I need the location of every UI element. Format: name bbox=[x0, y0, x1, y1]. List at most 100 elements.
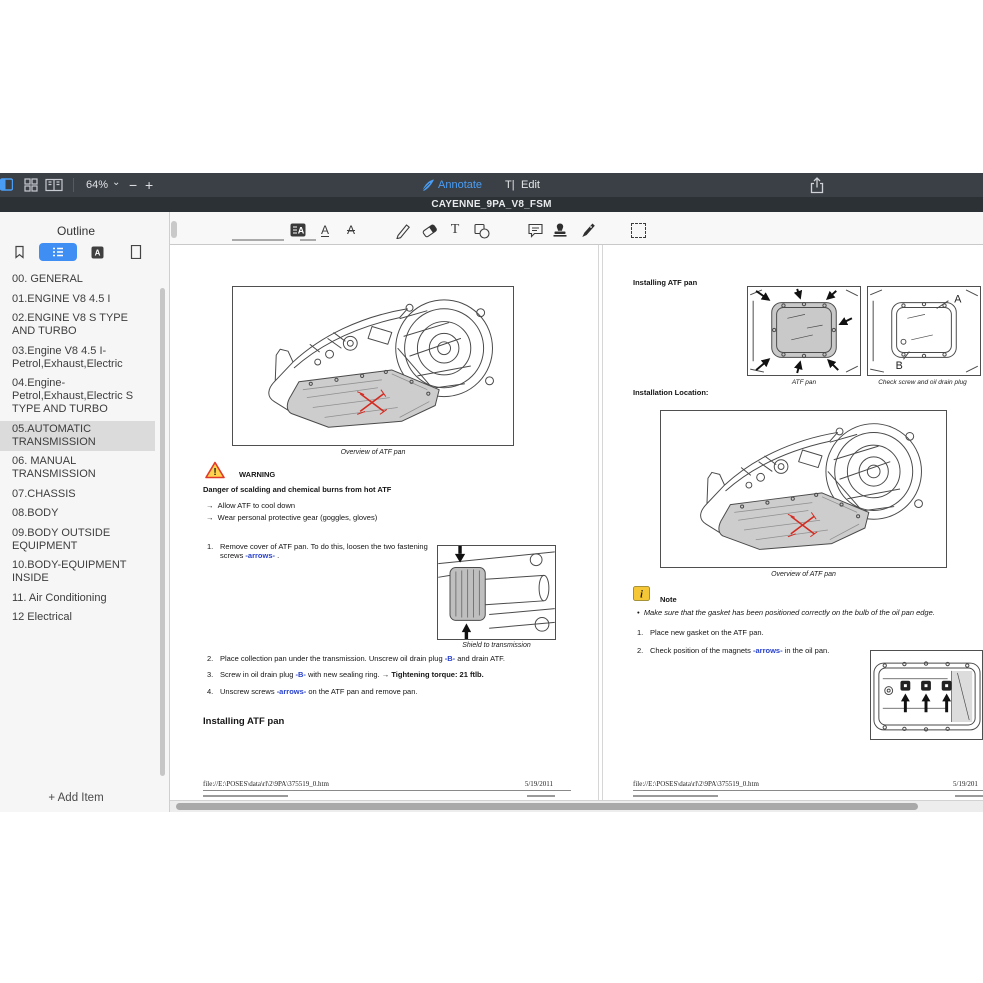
add-item-button[interactable]: + Add Item bbox=[0, 792, 152, 804]
comment-icon[interactable] bbox=[525, 220, 545, 240]
sidebar-scrollbar[interactable] bbox=[160, 288, 165, 776]
outline-item[interactable]: 10.BODY-EQUIPMENT INSIDE bbox=[0, 557, 155, 587]
text-tool-icon[interactable]: T bbox=[445, 220, 465, 240]
underline-icon[interactable]: A bbox=[315, 220, 335, 240]
figure-caption: ATF pan bbox=[747, 379, 861, 386]
page-remnant bbox=[232, 239, 284, 241]
arrow-glyph: → bbox=[206, 513, 214, 522]
tab-outline[interactable] bbox=[39, 243, 77, 261]
warning-bullet: → Wear personal protective gear (goggles… bbox=[206, 513, 377, 522]
outline-list-icon bbox=[51, 245, 65, 259]
procedure-step: 1. Remove cover of ATF pan. To do this, … bbox=[207, 542, 435, 560]
figure-overview-atf-pan-right bbox=[660, 410, 947, 568]
svg-text:!: ! bbox=[213, 467, 216, 478]
plus-icon: + bbox=[48, 792, 55, 804]
procedure-step: 1. Place new gasket on the ATF pan. bbox=[637, 628, 764, 637]
pencil-icon[interactable] bbox=[393, 220, 413, 240]
screen: 64% ⌄ − + Annotate T| Edit CAYENNE_9PA_V… bbox=[0, 0, 983, 983]
eraser-icon[interactable] bbox=[419, 220, 439, 240]
figure-caption: Overview of ATF pan bbox=[660, 571, 947, 578]
zoom-level[interactable]: 64% bbox=[86, 173, 108, 197]
next-page-remnant bbox=[955, 795, 983, 797]
signature-pen-icon[interactable] bbox=[577, 220, 597, 240]
outline-item[interactable]: 04.Engine-Petrol,Exhaust,Electric S TYPE… bbox=[0, 375, 155, 418]
footer-date: 5/19/2011 bbox=[483, 780, 553, 788]
annotate-pen-icon[interactable] bbox=[421, 178, 435, 192]
outline-item[interactable]: 07.CHASSIS bbox=[0, 486, 155, 503]
figure-caption: Shield to transmission bbox=[437, 642, 556, 649]
svg-text:A: A bbox=[298, 226, 305, 236]
edit-button[interactable]: Edit bbox=[521, 173, 540, 197]
outline-item-selected[interactable]: 05.AUTOMATIC TRANSMISSION bbox=[0, 421, 155, 451]
edit-text-icon[interactable]: T| bbox=[505, 173, 515, 197]
zoom-chevron-icon[interactable]: ⌄ bbox=[112, 171, 120, 195]
transmission-diagram bbox=[233, 287, 513, 445]
label-a: A bbox=[954, 294, 962, 306]
dashed-selection-box bbox=[631, 223, 646, 238]
sidebar-toggle-icon[interactable] bbox=[0, 178, 13, 192]
transmission-diagram bbox=[661, 411, 946, 567]
figure-atf-pan bbox=[747, 286, 861, 376]
next-page-remnant bbox=[527, 795, 555, 797]
annotations-icon: A bbox=[91, 246, 104, 259]
outline-item[interactable]: 06. MANUAL TRANSMISSION bbox=[0, 453, 155, 483]
share-icon[interactable] bbox=[810, 177, 824, 194]
figure-caption: Overview of ATF pan bbox=[232, 449, 514, 456]
document-title: CAYENNE_9PA_V8_FSM bbox=[431, 199, 551, 210]
main-toolbar: 64% ⌄ − + Annotate T| Edit bbox=[0, 173, 983, 197]
label-b: B bbox=[896, 360, 903, 372]
figure-caption: Check screw and oil drain plug bbox=[860, 379, 983, 386]
magnet-pan-diagram bbox=[871, 651, 982, 739]
content-scrollbar[interactable] bbox=[171, 221, 177, 238]
zoom-out-button[interactable]: − bbox=[129, 173, 137, 197]
heading-installing: Installing ATF pan bbox=[633, 278, 697, 287]
note-label: Note bbox=[660, 595, 677, 604]
svg-text:i: i bbox=[640, 590, 643, 601]
outline-item[interactable]: 09.BODY OUTSIDE EQUIPMENT bbox=[0, 525, 155, 555]
toolbar-separator bbox=[73, 178, 74, 192]
annotate-button[interactable]: Annotate bbox=[438, 173, 482, 197]
shield-diagram bbox=[438, 546, 555, 639]
document-title-bar: CAYENNE_9PA_V8_FSM bbox=[0, 197, 983, 212]
figure-overview-atf-pan bbox=[232, 286, 514, 446]
footer-path: file://E:\POSES\data\rl\2\9PA\375519_0.h… bbox=[633, 780, 759, 788]
procedure-step: 2. Check position of the magnets -arrows… bbox=[637, 646, 829, 655]
two-page-view-icon[interactable] bbox=[45, 178, 63, 192]
atf-pan-diagram bbox=[748, 287, 860, 375]
outline-item[interactable]: 02.ENGINE V8 S TYPE AND TURBO bbox=[0, 310, 155, 340]
outline-item[interactable]: 08.BODY bbox=[0, 505, 155, 522]
highlight-icon[interactable]: A bbox=[288, 220, 308, 240]
tab-annotations[interactable]: A bbox=[78, 243, 116, 261]
next-page-remnant bbox=[203, 795, 288, 797]
figure-magnets bbox=[870, 650, 983, 740]
outline-item[interactable]: 03.Engine V8 4.5 I-Petrol,Exhaust,Electr… bbox=[0, 343, 155, 373]
tab-bookmarks[interactable] bbox=[0, 243, 38, 261]
zoom-in-button[interactable]: + bbox=[145, 173, 153, 197]
footer-date: 5/19/201 bbox=[953, 780, 978, 788]
horizontal-scrollbar-track[interactable] bbox=[170, 800, 983, 812]
horizontal-scrollbar-thumb[interactable] bbox=[176, 803, 918, 810]
footer-rule bbox=[203, 790, 571, 791]
stamp-icon[interactable] bbox=[550, 220, 570, 240]
select-icon[interactable] bbox=[628, 220, 648, 240]
outline-item[interactable]: 00. GENERAL bbox=[0, 271, 155, 288]
strikethrough-icon[interactable]: A bbox=[341, 220, 361, 240]
outline-item[interactable]: 11. Air Conditioning bbox=[0, 590, 155, 607]
installation-location-label: Installation Location: bbox=[633, 388, 708, 397]
procedure-step: 4. Unscrew screws -arrows- on the ATF pa… bbox=[207, 687, 417, 696]
footer-path: file://E:\POSES\data\rl\2\9PA\375519_0.h… bbox=[203, 780, 329, 788]
page-icon bbox=[130, 245, 142, 259]
warning-bullet: → Allow ATF to cool down bbox=[206, 501, 295, 510]
warning-label: WARNING bbox=[239, 470, 275, 479]
thumbnail-grid-icon[interactable] bbox=[23, 178, 38, 192]
section-heading: Installing ATF pan bbox=[203, 716, 284, 727]
outline-item[interactable]: 01.ENGINE V8 4.5 I bbox=[0, 291, 155, 308]
bullet-glyph: • bbox=[637, 608, 640, 617]
tab-pages[interactable] bbox=[117, 243, 155, 261]
page-remnant bbox=[300, 239, 316, 241]
shapes-icon[interactable] bbox=[471, 220, 491, 240]
procedure-step: 2. Place collection pan under the transm… bbox=[207, 654, 505, 663]
page-gap-line bbox=[598, 245, 599, 800]
outline-list: 00. GENERAL 01.ENGINE V8 4.5 I 02.ENGINE… bbox=[0, 271, 155, 629]
outline-item[interactable]: 12 Electrical bbox=[0, 609, 155, 626]
